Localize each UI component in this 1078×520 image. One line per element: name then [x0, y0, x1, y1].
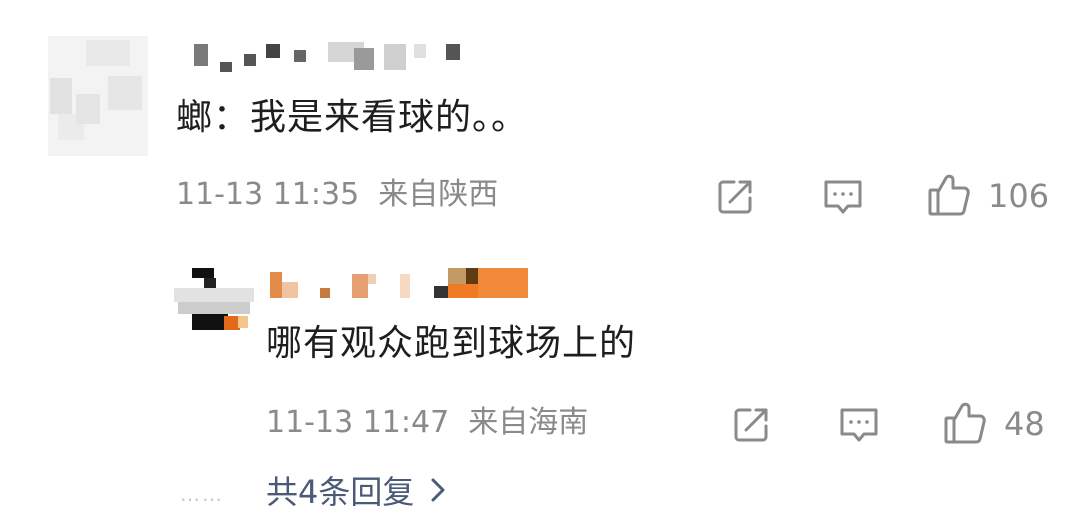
- comment-icon[interactable]: [838, 406, 880, 444]
- comment-location: 来自海南: [468, 405, 589, 440]
- more-replies-link[interactable]: 共4条回复: [266, 476, 446, 508]
- username-main[interactable]: [188, 40, 468, 74]
- share-icon[interactable]: [716, 176, 756, 216]
- thumbs-up-icon[interactable]: [942, 400, 988, 446]
- comment-meta-main: 11-13 11:35 来自陕西: [176, 180, 498, 210]
- comment-meta-reply: 11-13 11:47 来自海南: [266, 408, 588, 438]
- comment-text-main: 螂：我是来看球的。。: [176, 97, 529, 138]
- like-count-reply: 48: [1004, 405, 1045, 443]
- comment-text-reply: 哪有观众跑到球场上的: [266, 323, 637, 364]
- avatar-main[interactable]: [48, 36, 148, 156]
- comment-location: 来自陕西: [378, 177, 499, 212]
- comment-icon[interactable]: [822, 178, 864, 216]
- comment-time: 11-13 11:47: [266, 405, 450, 440]
- replies-dots: ……: [180, 482, 224, 506]
- chevron-right-icon: [430, 477, 446, 507]
- more-replies-label: 共4条回复: [266, 473, 415, 511]
- avatar-reply[interactable]: [174, 268, 254, 336]
- share-icon[interactable]: [732, 404, 772, 444]
- like-count-main: 106: [988, 177, 1050, 215]
- thumbs-up-icon[interactable]: [926, 172, 972, 218]
- comment-time: 11-13 11:35: [176, 177, 360, 212]
- username-reply[interactable]: [270, 268, 530, 302]
